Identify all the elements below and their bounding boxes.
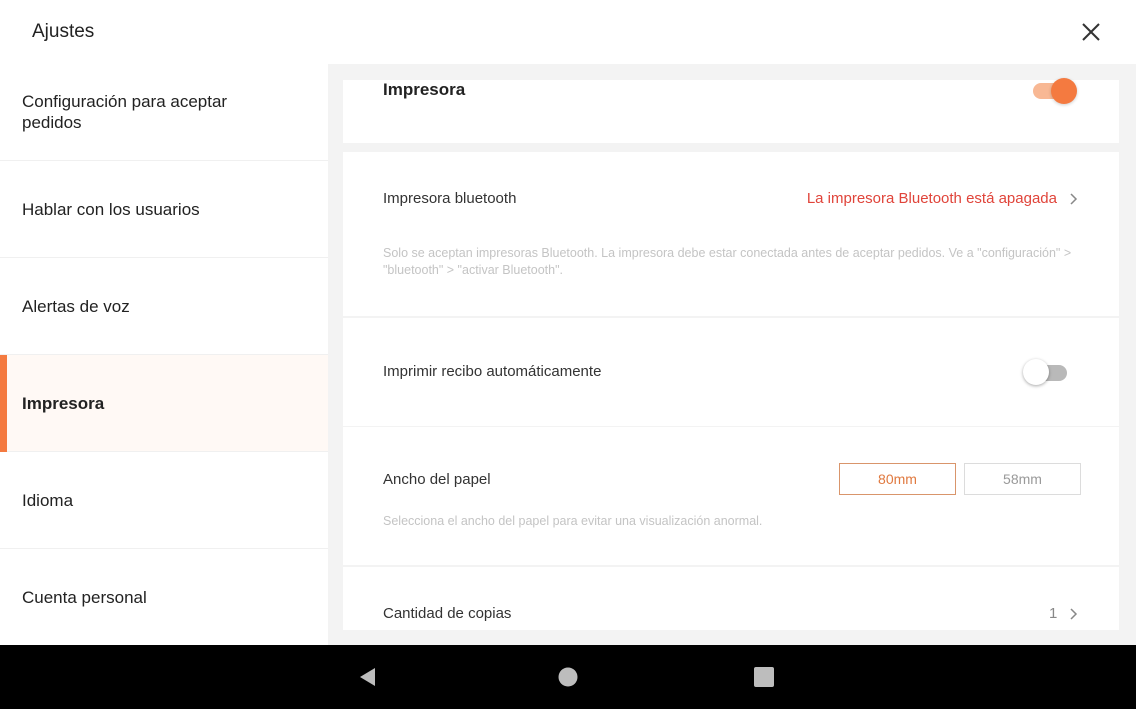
sidebar-item-order-settings[interactable]: Configuración para aceptar pedidos [0, 64, 328, 161]
sidebar-item-label: Impresora [22, 393, 105, 413]
auto-print-label: Imprimir recibo automáticamente [383, 363, 602, 380]
sidebar-item-chat-users[interactable]: Hablar con los usuarios [0, 161, 328, 258]
sidebar-item-label: Hablar con los usuarios [22, 199, 200, 219]
sidebar-item-label: Configuración para aceptar pedidos [22, 92, 228, 132]
paper-width-note: Selecciona el ancho del papel para evita… [383, 514, 763, 528]
paper-width-label: Ancho del papel [383, 471, 491, 488]
bluetooth-printer-label: Impresora bluetooth [383, 190, 517, 207]
bluetooth-status: La impresora Bluetooth está apagada [806, 190, 1057, 207]
printer-card: Impresora [343, 78, 1119, 143]
chevron-right-icon [1069, 607, 1079, 621]
sidebar-item-account[interactable]: Cuenta personal [0, 549, 328, 646]
back-icon[interactable] [357, 666, 379, 693]
copies-label: Cantidad de copias [383, 605, 512, 622]
close-icon[interactable] [1078, 19, 1104, 45]
sidebar-item-label: Idioma [22, 490, 74, 510]
paper-width-card: Ancho del papel 80mm 58mm Selecciona el … [343, 427, 1119, 565]
app-header: Ajustes [0, 0, 1136, 64]
sidebar-item-language[interactable]: Idioma [0, 452, 328, 549]
auto-print-card: Imprimir recibo automáticamente [343, 318, 1119, 426]
system-nav-bar [0, 645, 1136, 709]
copies-value: 1 [1049, 605, 1058, 622]
sidebar-item-label: Alertas de voz [22, 296, 130, 316]
paper-80mm-option[interactable]: 80mm [839, 463, 956, 495]
recents-icon[interactable] [753, 666, 775, 693]
printer-toggle[interactable] [1033, 76, 1077, 104]
paper-58mm-option[interactable]: 58mm [964, 463, 1081, 495]
toggle-knob [1023, 359, 1049, 385]
sidebar-item-label: Cuenta personal [22, 587, 147, 607]
copies-card[interactable]: Cantidad de copias 1 [343, 567, 1119, 630]
sidebar-item-printer[interactable]: Impresora [0, 355, 328, 452]
toggle-knob [1051, 78, 1077, 104]
settings-panel: Impresora Impresora bluetooth La impreso… [328, 64, 1136, 645]
bluetooth-note: Solo se aceptan impresoras Bluetooth. La… [383, 246, 1072, 277]
home-icon[interactable] [557, 666, 579, 693]
settings-sidebar: Configuración para aceptar pedidos Habla… [0, 64, 328, 646]
printer-section-title: Impresora [383, 80, 466, 99]
chevron-right-icon [1069, 192, 1079, 206]
auto-print-toggle[interactable] [1023, 358, 1069, 386]
bluetooth-card[interactable]: Impresora bluetooth La impresora Bluetoo… [343, 152, 1119, 316]
page-title: Ajustes [32, 21, 95, 42]
sidebar-item-voice-alerts[interactable]: Alertas de voz [0, 258, 328, 355]
